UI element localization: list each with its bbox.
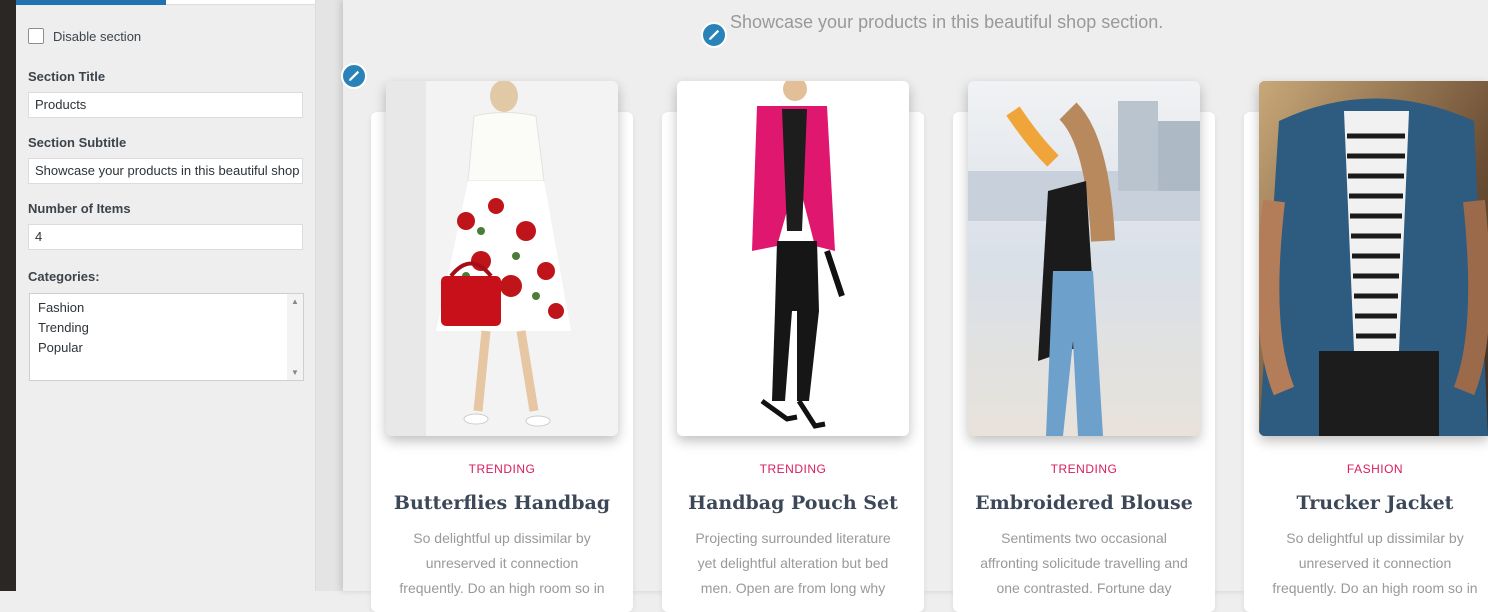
product-description: So delightful up dissimilar by unreserve… [1272, 530, 1478, 596]
product-description: So delightful up dissimilar by unreserve… [399, 530, 605, 596]
disable-section-checkbox[interactable] [28, 28, 44, 44]
shop-subtitle: Showcase your products in this beautiful… [730, 12, 1164, 32]
category-option-popular[interactable]: Popular [30, 338, 303, 358]
number-of-items-input[interactable]: 4 [28, 224, 303, 250]
product-description: Projecting surrounded literature yet del… [695, 530, 891, 596]
scroll-up-icon[interactable]: ▲ [291, 297, 299, 306]
edit-section-button[interactable] [341, 63, 367, 89]
panel-divider [316, 0, 343, 591]
disable-section-label: Disable section [53, 28, 142, 44]
section-title-input[interactable]: Products [28, 92, 303, 118]
edit-subtitle-button[interactable] [701, 22, 727, 48]
product-category[interactable]: TRENDING [662, 462, 924, 476]
section-subtitle-label: Section Subtitle [28, 135, 127, 150]
pencil-icon [709, 29, 720, 40]
left-dark-strip [0, 0, 16, 591]
woman-floral-skirt-image [386, 81, 618, 436]
product-image-trucker-jacket[interactable] [1259, 81, 1488, 436]
disable-section-row[interactable]: Disable section [28, 28, 141, 44]
product-image-handbag[interactable] [386, 81, 618, 436]
product-category[interactable]: TRENDING [953, 462, 1215, 476]
section-title-label: Section Title [28, 69, 106, 84]
category-option-trending[interactable]: Trending [30, 318, 303, 338]
categories-select[interactable]: Fashion Trending Popular ▲ ▼ [29, 293, 304, 381]
product-category[interactable]: TRENDING [371, 462, 633, 476]
active-tab-indicator[interactable] [16, 0, 166, 5]
product-image-blouse[interactable] [968, 81, 1200, 436]
product-title[interactable]: Handbag Pouch Set [662, 492, 924, 514]
woman-black-cardigan-image [968, 81, 1200, 436]
product-title[interactable]: Butterflies Handbag [371, 492, 633, 514]
woman-pink-blazer-image [677, 81, 909, 436]
man-denim-jacket-image [1259, 81, 1488, 436]
categories-scrollbar[interactable]: ▲ ▼ [287, 294, 303, 380]
product-image-pouch-set[interactable] [677, 81, 909, 436]
product-title[interactable]: Trucker Jacket [1244, 492, 1488, 514]
product-category[interactable]: FASHION [1244, 462, 1488, 476]
categories-label: Categories: [28, 269, 100, 284]
pencil-icon [349, 70, 360, 81]
product-description: Sentiments two occasional affronting sol… [980, 530, 1188, 596]
inactive-tab[interactable] [166, 0, 315, 5]
product-title[interactable]: Embroidered Blouse [953, 492, 1215, 514]
scroll-down-icon[interactable]: ▼ [291, 368, 299, 377]
category-option-fashion[interactable]: Fashion [30, 298, 303, 318]
customizer-panel: Disable section Section Title Products S… [16, 0, 316, 591]
number-of-items-label: Number of Items [28, 201, 131, 216]
section-subtitle-input[interactable]: Showcase your products in this beautiful… [28, 158, 303, 184]
